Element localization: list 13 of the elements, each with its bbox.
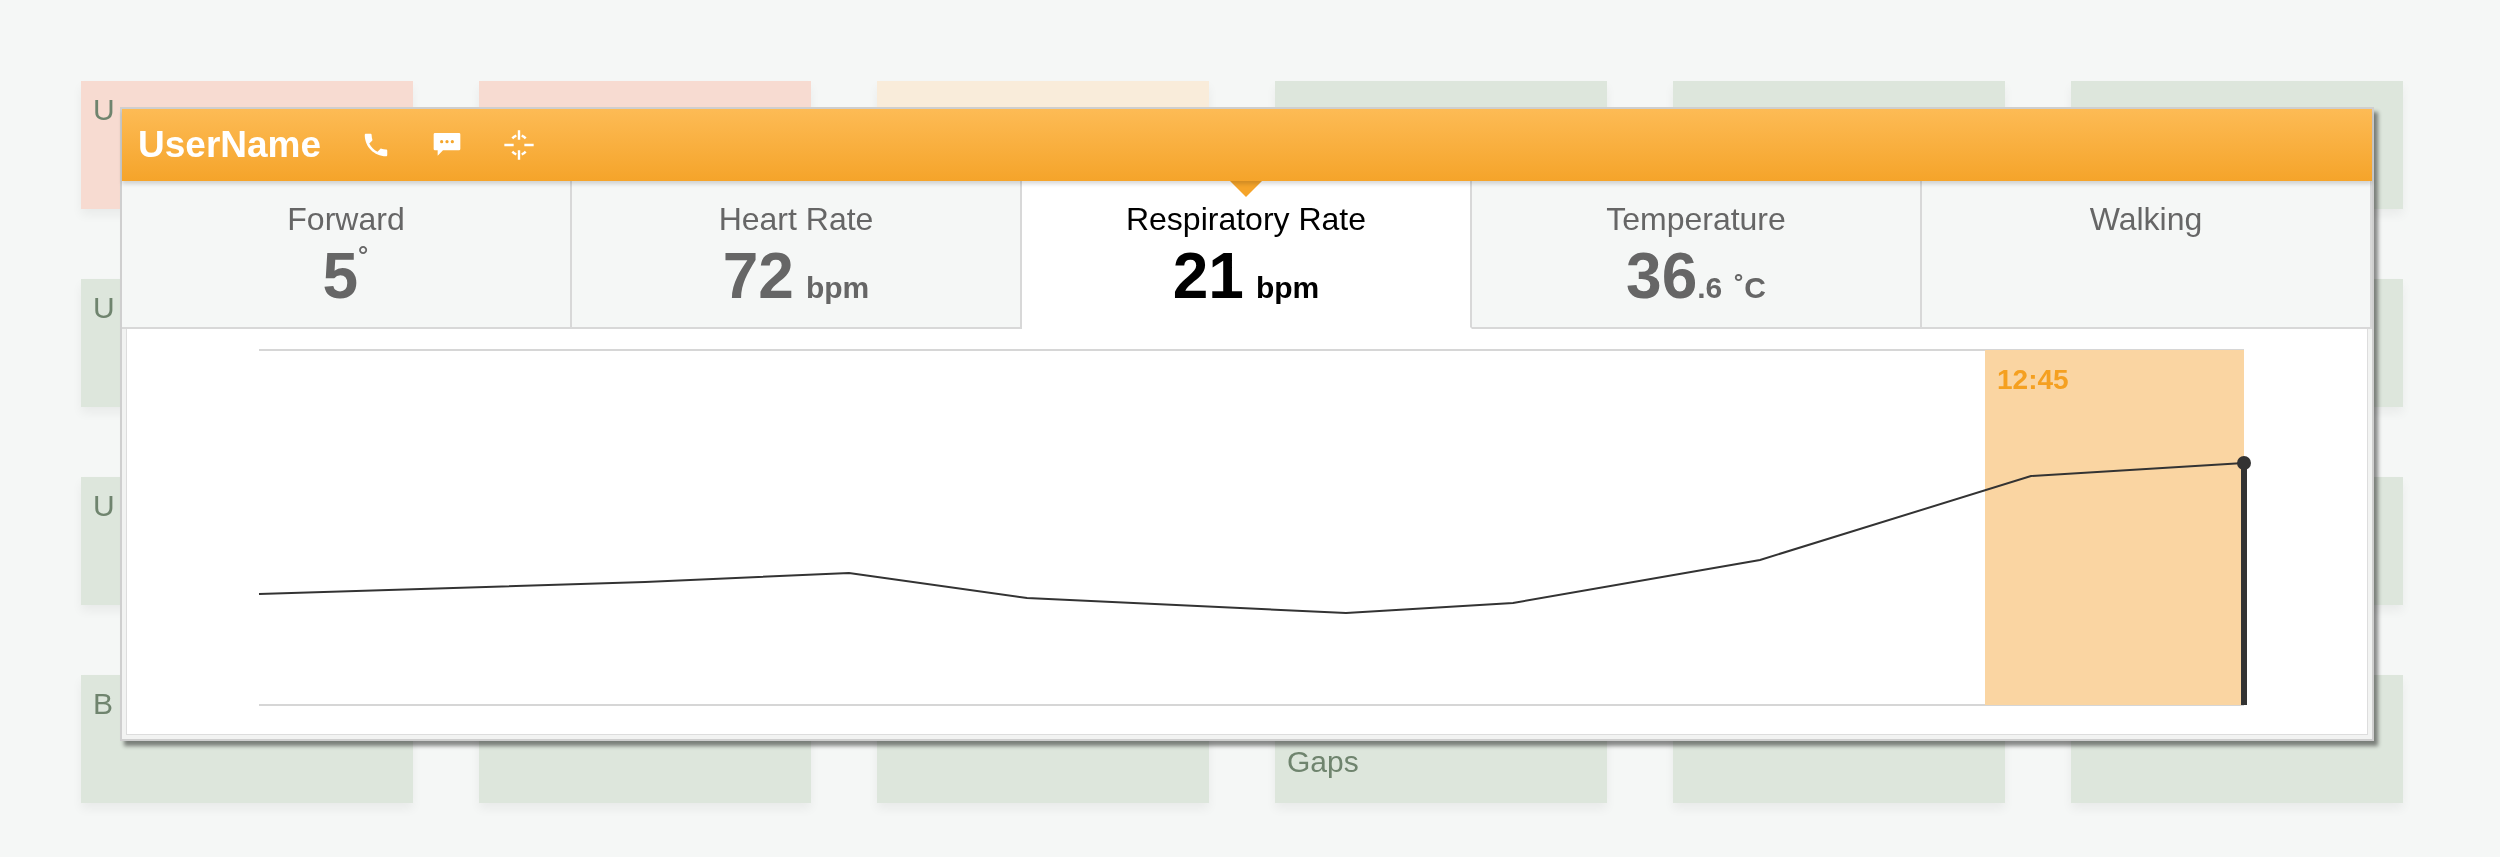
metric-tab[interactable]: Heart Rate 72 bpm [572,181,1022,329]
metric-tab[interactable]: Respiratory Rate 21 bpm [1022,181,1472,329]
card-title: U [93,93,115,126]
crosshair-icon[interactable] [503,129,536,161]
card-title: B [93,687,113,720]
time-label: 12:45 [1997,364,2069,395]
metric-tab[interactable]: Forward 5$^{˚}$ [122,181,572,329]
user-name: UserName [138,124,322,166]
card-title: Gaps [1287,745,1359,779]
metric-tab[interactable]: Walking [1922,181,2372,329]
card-title: U [93,291,115,324]
metric-tab[interactable]: Temperature 36.6 ˚C [1472,181,1922,329]
card-title: U [93,489,115,522]
